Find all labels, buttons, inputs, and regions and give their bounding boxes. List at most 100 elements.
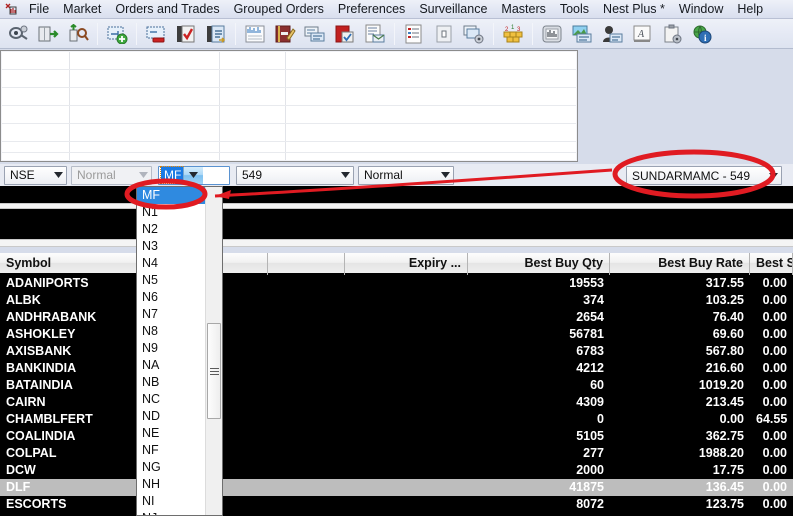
cell-expiry [345,377,468,394]
table-row[interactable]: ADANIPORTS19553317.550.00 [0,275,793,292]
series-option[interactable]: N1 [137,204,205,221]
series-option[interactable]: N2 [137,221,205,238]
message-window-icon[interactable] [300,21,329,47]
clipboard-settings-icon[interactable] [657,21,686,47]
column-header-best-buy-qty[interactable]: Best Buy Qty [468,253,610,275]
series-option[interactable]: NF [137,442,205,459]
book-type-select[interactable]: Normal [358,166,454,185]
column-header-blank[interactable] [268,253,345,275]
snapshot-icon[interactable] [3,21,32,47]
order-entry-icon[interactable] [201,21,230,47]
order-entry-grid[interactable] [2,52,576,160]
table-row[interactable]: BATAINDIA601019.200.00 [0,377,793,394]
series-option[interactable]: NA [137,357,205,374]
series-option[interactable]: MF [137,187,205,204]
add-window-icon[interactable] [102,21,131,47]
cell-best_sell_rate: 0.00 [750,377,793,394]
series-dropdown-popup[interactable]: MFN1N2N3N4N5N6N7N8N9NANBNCNDNENFNGNHNINJ… [136,186,223,516]
series-option[interactable]: N6 [137,289,205,306]
column-header-symbol[interactable]: Symbol [0,253,268,275]
edit-notebook-icon[interactable] [270,21,299,47]
black-band-top [0,186,793,203]
market-depth-icon[interactable] [240,21,269,47]
series-dropdown-scrollbar[interactable] [205,187,222,515]
menu-item-preferences[interactable]: Preferences [331,0,412,19]
menu-item-surveillance[interactable]: Surveillance [412,0,494,19]
table-row[interactable]: CAIRN4309213.450.00 [0,394,793,411]
column-header-expiry[interactable]: Expiry ... [345,253,468,275]
column-header-best-buy-rate[interactable]: Best Buy Rate [610,253,750,275]
table-row[interactable]: COLPAL2771988.200.00 [0,445,793,462]
series-option[interactable]: N5 [137,272,205,289]
upload-search-icon[interactable] [63,21,92,47]
cell-symbol: COLPAL [0,445,268,462]
confirm-book-icon[interactable] [171,21,200,47]
chevron-down-icon[interactable] [136,167,151,184]
report-list-icon[interactable] [399,21,428,47]
series-option[interactable]: NC [137,391,205,408]
number-blocks-icon[interactable]: 2 1 3 [498,21,527,47]
menu-item-grouped-orders[interactable]: Grouped Orders [227,0,331,19]
series-option[interactable]: NE [137,425,205,442]
toolbar-separator [532,23,533,45]
menu-bar: File Market Orders and Trades Grouped Or… [0,0,793,19]
market-type-select[interactable]: Normal [71,166,152,185]
exchange-select[interactable]: NSE [4,166,67,185]
cell-symbol: ALBK [0,292,268,309]
instrument-select[interactable]: SUNDARMAMC - 549 [626,166,782,185]
chevron-down-icon[interactable] [766,167,781,184]
multi-window-settings-icon[interactable] [459,21,488,47]
menu-item-nest-plus[interactable]: Nest Plus * [596,0,672,19]
series-option[interactable]: ND [137,408,205,425]
series-option[interactable]: N9 [137,340,205,357]
series-option[interactable]: NH [137,476,205,493]
series-option[interactable]: N8 [137,323,205,340]
chevron-down-icon[interactable] [51,167,66,184]
export-door-icon[interactable] [33,21,62,47]
table-row[interactable]: DLF41875136.450.00 [0,479,793,496]
menu-item-orders-and-trades[interactable]: Orders and Trades [108,0,226,19]
menu-item-masters[interactable]: Masters [494,0,552,19]
report-mail-icon[interactable] [360,21,389,47]
cell-best_buy_qty: 4212 [468,360,610,377]
series-option[interactable]: NG [137,459,205,476]
table-row[interactable]: DCW200017.750.00 [0,462,793,479]
chart-icon[interactable] [537,21,566,47]
table-row[interactable]: BANKINDIA4212216.600.00 [0,360,793,377]
menu-item-help[interactable]: Help [730,0,770,19]
table-row[interactable]: ASHOKLEY5678169.600.00 [0,326,793,343]
table-row[interactable]: AXISBANK6783567.800.00 [0,343,793,360]
delete-row-icon[interactable] [141,21,170,47]
table-row[interactable]: COALINDIA5105362.750.00 [0,428,793,445]
picture-window-icon[interactable] [567,21,596,47]
table-row[interactable]: CHAMBLFERT00.0064.55 [0,411,793,428]
table-row[interactable]: ANDHRABANK265476.400.00 [0,309,793,326]
single-cell-icon[interactable] [429,21,458,47]
menu-item-market[interactable]: Market [56,0,108,19]
menu-item-file[interactable]: File [22,0,56,19]
table-row[interactable]: ALBK374103.250.00 [0,292,793,309]
chevron-down-icon[interactable] [438,167,453,184]
series-option[interactable]: N7 [137,306,205,323]
series-select[interactable]: MF [158,166,230,185]
series-option[interactable]: N3 [137,238,205,255]
chevron-down-icon[interactable] [338,167,353,184]
column-header-best-sell-rate[interactable]: Best Sell Rate [750,253,793,275]
filter-control-row: NSE Normal MF 549 Normal SUNDARMAMC - 54… [0,164,793,186]
security-code-select[interactable]: 549 [236,166,354,185]
cell-best_sell_rate: 0.00 [750,309,793,326]
series-option[interactable]: NB [137,374,205,391]
menu-item-tools[interactable]: Tools [553,0,596,19]
menu-item-window[interactable]: Window [672,0,730,19]
info-globe-icon[interactable]: i [687,21,716,47]
user-message-icon[interactable] [597,21,626,47]
chevron-down-icon[interactable] [183,167,203,184]
scrollbar-thumb[interactable] [207,323,221,419]
series-option[interactable]: NJ [137,510,205,516]
checkbox-book-icon[interactable] [330,21,359,47]
series-option[interactable]: N4 [137,255,205,272]
cell-best_sell_rate: 0.00 [750,275,793,292]
alpha-icon[interactable]: A [627,21,656,47]
table-row[interactable]: ESCORTS8072123.750.00 [0,496,793,513]
series-option[interactable]: NI [137,493,205,510]
